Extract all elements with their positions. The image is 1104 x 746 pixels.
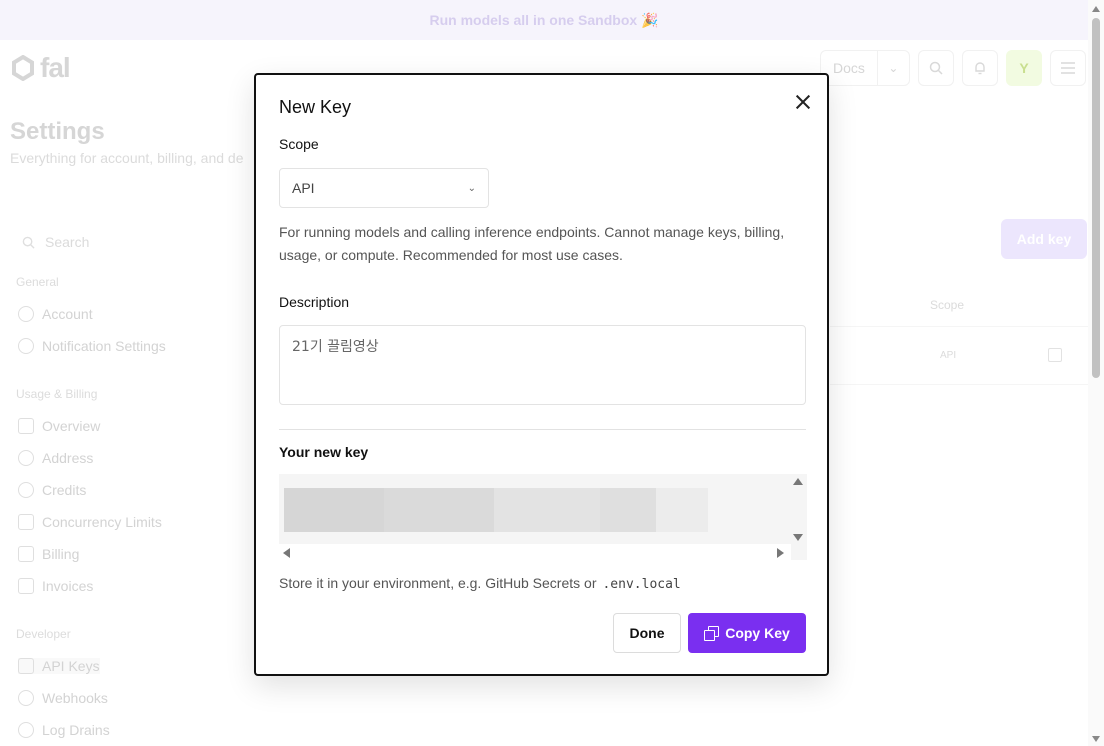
scroll-up-arrow-icon[interactable] [793,478,803,485]
scroll-down-arrow-icon[interactable] [1092,736,1100,742]
copy-key-button[interactable]: Copy Key [688,613,806,653]
scrollbar-thumb[interactable] [1092,18,1100,378]
horizontal-scrollbar[interactable] [279,544,791,560]
store-hint-text: Store it in your environment, e.g. GitHu… [279,575,597,591]
scope-select[interactable]: API ⌄ [279,168,489,208]
chevron-down-icon: ⌄ [467,182,476,194]
new-key-field[interactable] [279,474,807,560]
scroll-right-arrow-icon[interactable] [777,548,784,558]
section-divider [279,429,806,430]
store-hint: Store it in your environment, e.g. GitHu… [279,575,681,592]
done-button[interactable]: Done [613,613,681,653]
description-input[interactable]: 21기 끌림영상 [279,325,806,405]
close-icon[interactable] [792,91,814,113]
page-scrollbar[interactable] [1088,0,1104,746]
description-label: Description [279,294,350,310]
copy-icon [704,626,720,641]
scroll-left-arrow-icon[interactable] [283,548,290,558]
dialog-title: New Key [279,97,352,117]
new-key-dialog: New Key Scope API ⌄ For running models a… [254,73,829,676]
store-hint-code: .env.local [602,577,681,592]
scope-help-text: For running models and calling inference… [279,224,785,263]
scroll-up-arrow-icon[interactable] [1092,6,1100,12]
scope-label: Scope [279,136,319,152]
scroll-down-arrow-icon[interactable] [793,534,803,541]
redacted-key-value [284,488,708,532]
copy-key-label: Copy Key [725,625,790,641]
scope-select-value: API [292,180,315,196]
new-key-label: Your new key [279,444,369,460]
